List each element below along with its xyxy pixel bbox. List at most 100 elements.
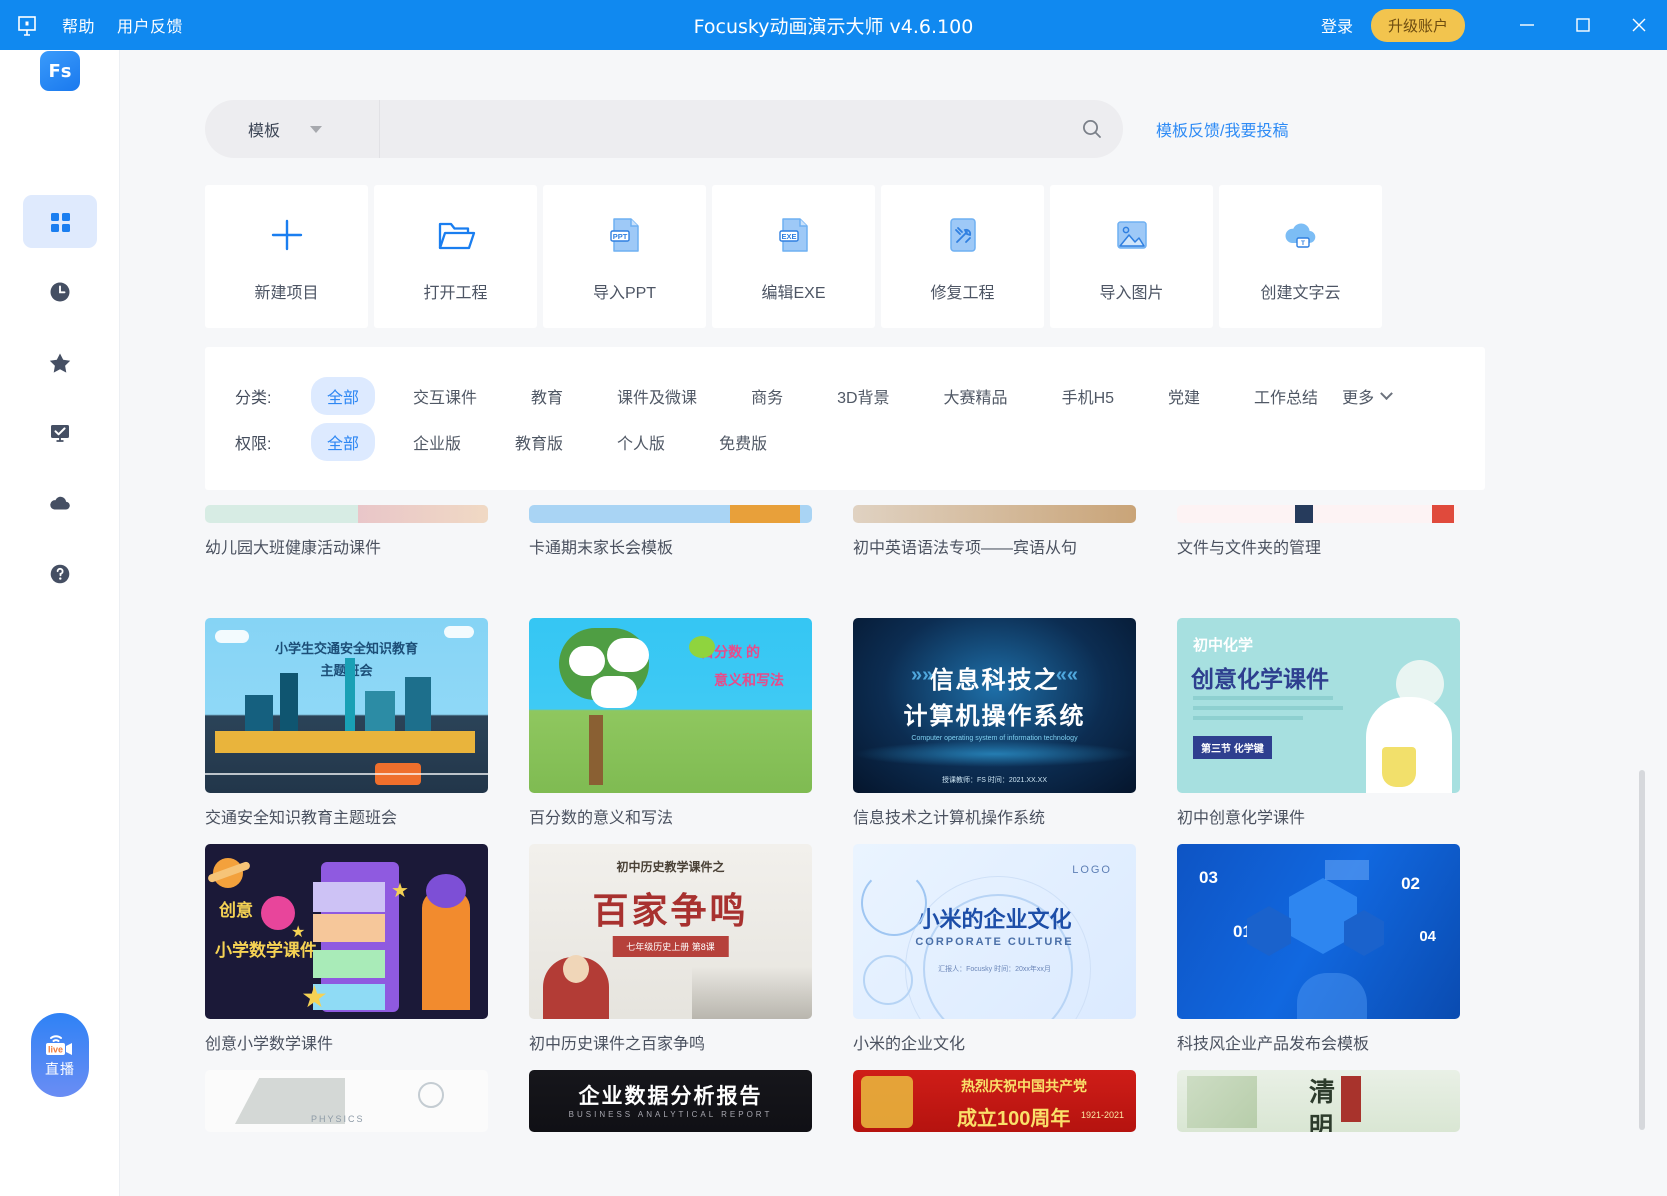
filter-chip-category-4[interactable]: 商务 bbox=[735, 377, 799, 415]
thumb-tag: LOGO bbox=[1072, 864, 1112, 876]
template-card[interactable]: 清 明 bbox=[1177, 1070, 1460, 1132]
template-caption: 科技风企业产品发布会模板 bbox=[1177, 1036, 1370, 1053]
thumb-tag: 七年级历史上册 第8课 bbox=[612, 936, 729, 957]
thumb-footer: 授课教师：FS 时间：2021.XX.XX bbox=[941, 777, 1048, 784]
template-thumbnail bbox=[853, 505, 1136, 523]
search-category-dropdown[interactable]: 模板 bbox=[205, 100, 380, 158]
maximize-button[interactable] bbox=[1555, 0, 1611, 50]
template-feedback-link[interactable]: 模板反馈/我要投稿 bbox=[1156, 117, 1288, 141]
template-card[interactable]: 初中英语语法专项——宾语从句 bbox=[853, 505, 1143, 558]
action-repair-project[interactable]: 修复工程 bbox=[881, 185, 1044, 328]
focusky-pin-icon bbox=[14, 12, 40, 38]
filter-chip-permission-3[interactable]: 个人版 bbox=[601, 423, 681, 461]
thumb-subtitle: 创意化学课件 bbox=[1191, 666, 1329, 692]
template-card[interactable]: 03 01 02 04 科技风企业产品发布会模板 bbox=[1177, 844, 1467, 1054]
template-card[interactable]: 文件与文件夹的管理 bbox=[1177, 505, 1467, 558]
filter-chip-category-7[interactable]: 手机H5 bbox=[1046, 377, 1130, 415]
svg-text:T: T bbox=[1301, 240, 1305, 247]
minimize-button[interactable] bbox=[1499, 0, 1555, 50]
exe-file-icon: EXE bbox=[771, 211, 817, 259]
template-card[interactable]: 小学生交通安全知识教育 主题班会 交通安全知识教育主题班会 bbox=[205, 618, 495, 828]
action-import-image[interactable]: 导入图片 bbox=[1050, 185, 1213, 328]
filter-chip-category-2[interactable]: 教育 bbox=[515, 377, 579, 415]
template-card[interactable]: PHYSICS bbox=[205, 1070, 488, 1132]
action-import-ppt[interactable]: PPT 导入PPT bbox=[543, 185, 706, 328]
template-caption: 幼儿园大班健康活动课件 bbox=[205, 540, 382, 557]
thumb-title: 清 bbox=[1309, 1077, 1336, 1107]
clock-icon bbox=[47, 279, 73, 305]
grid-icon bbox=[47, 209, 73, 235]
template-thumbnail: 清 明 bbox=[1177, 1070, 1460, 1132]
thumb-title: 小学生交通安全知识教育 bbox=[274, 641, 418, 656]
menu-feedback[interactable]: 用户反馈 bbox=[117, 13, 183, 37]
filter-chip-permission-4[interactable]: 免费版 bbox=[703, 423, 783, 461]
action-create-word-cloud[interactable]: T 创建文字云 bbox=[1219, 185, 1382, 328]
folder-open-icon bbox=[433, 211, 479, 259]
template-thumbnail bbox=[205, 505, 488, 523]
menu-help[interactable]: 帮助 bbox=[62, 13, 95, 37]
template-card[interactable]: 初中历史教学课件之 百家争鸣 七年级历史上册 第8课 初中历史课件之百家争鸣 bbox=[529, 844, 819, 1054]
sidebar-item-projects[interactable] bbox=[23, 406, 97, 459]
live-broadcast-button[interactable]: live 直播 bbox=[31, 1013, 89, 1097]
filter-chip-category-9[interactable]: 工作总结 bbox=[1238, 377, 1334, 415]
filter-chip-category-1[interactable]: 交互课件 bbox=[397, 377, 493, 415]
filter-more-button[interactable]: 更多 bbox=[1342, 384, 1393, 408]
thumb-subtitle: BUSINESS ANALYTICAL REPORT bbox=[568, 1110, 773, 1119]
template-card[interactable]: 小米的企业文化 CORPORATE CULTURE LOGO 汇报人：Focus… bbox=[853, 844, 1143, 1054]
template-card[interactable]: 初中化学 创意化学课件 第三节 化学键 初中创意化学课件 bbox=[1177, 618, 1467, 828]
template-caption: 百分数的意义和写法 bbox=[529, 810, 674, 827]
search-icon[interactable] bbox=[1061, 100, 1123, 158]
thumb-title: 创意 bbox=[219, 901, 253, 920]
upgrade-account-button[interactable]: 升级账户 bbox=[1370, 8, 1465, 42]
action-edit-exe[interactable]: EXE 编辑EXE bbox=[712, 185, 875, 328]
thumb-num-2: 02 bbox=[1401, 874, 1420, 893]
sidebar-item-favorites[interactable] bbox=[23, 336, 97, 389]
template-card[interactable]: 创意 小学数学课件 ★ ★ ★ 创意小学数学课件 bbox=[205, 844, 495, 1054]
filter-chip-category-6[interactable]: 大赛精品 bbox=[928, 377, 1024, 415]
template-card[interactable]: 信息科技之 计算机操作系统 Computer operating system … bbox=[853, 618, 1143, 828]
template-card[interactable]: 幼儿园大班健康活动课件 bbox=[205, 505, 495, 558]
sidebar-item-recent[interactable] bbox=[23, 265, 97, 318]
thumb-title: PHYSICS bbox=[311, 1114, 365, 1124]
text-cloud-icon: T bbox=[1278, 211, 1324, 259]
template-thumbnail bbox=[1177, 505, 1460, 523]
thumb-title: 初中历史教学课件之 bbox=[616, 860, 725, 874]
live-camera-icon: live bbox=[40, 1031, 80, 1057]
filter-chip-category-5[interactable]: 3D背景 bbox=[821, 377, 905, 415]
thumb-subtitle: 计算机操作系统 bbox=[903, 703, 1086, 730]
template-caption: 交通安全知识教育主题班会 bbox=[205, 810, 398, 827]
thumb-title: 企业数据分析报告 bbox=[578, 1085, 763, 1108]
filter-chip-permission-2[interactable]: 教育版 bbox=[499, 423, 579, 461]
search-input[interactable] bbox=[380, 100, 1061, 158]
template-card[interactable]: 热烈庆祝中国共产党 成立100周年 1921-2021 bbox=[853, 1070, 1136, 1132]
template-thumbnail: 企业数据分析报告 BUSINESS ANALYTICAL REPORT bbox=[529, 1070, 812, 1132]
thumb-title: 热烈庆祝中国共产党 bbox=[961, 1078, 1087, 1094]
sidebar-item-cloud[interactable] bbox=[23, 477, 97, 530]
vertical-scrollbar[interactable] bbox=[1639, 770, 1645, 1130]
template-thumbnail bbox=[529, 505, 812, 523]
thumb-subtitle: 明 bbox=[1309, 1113, 1333, 1132]
template-card[interactable]: 百分数 的 意义和写法 百分数的意义和写法 bbox=[529, 618, 819, 828]
template-thumbnail: 初中历史教学课件之 百家争鸣 七年级历史上册 第8课 bbox=[529, 844, 812, 1019]
close-button[interactable] bbox=[1611, 0, 1667, 50]
monitor-check-icon bbox=[47, 420, 73, 446]
login-button[interactable]: 登录 bbox=[1321, 13, 1353, 37]
thumb-subtitle: 百家争鸣 bbox=[592, 890, 749, 931]
filter-chip-permission-1[interactable]: 企业版 bbox=[397, 423, 477, 461]
filter-chip-category-all[interactable]: 全部 bbox=[311, 377, 376, 415]
filter-chip-category-3[interactable]: 课件及微课 bbox=[601, 377, 713, 415]
template-card[interactable]: 企业数据分析报告 BUSINESS ANALYTICAL REPORT bbox=[529, 1070, 812, 1132]
template-thumbnail: PHYSICS bbox=[205, 1070, 488, 1132]
filter-chip-category-8[interactable]: 党建 bbox=[1152, 377, 1216, 415]
template-card[interactable]: 卡通期末家长会模板 bbox=[529, 505, 819, 558]
title-bar: 帮助 用户反馈 Focusky动画演示大师 v4.6.100 登录 升级账户 bbox=[0, 0, 1667, 50]
question-circle-icon bbox=[47, 561, 73, 587]
filter-chip-permission-all[interactable]: 全部 bbox=[311, 423, 376, 461]
action-new-project[interactable]: 新建项目 bbox=[205, 185, 368, 328]
sidebar-item-help[interactable] bbox=[23, 547, 97, 600]
thumb-title: 初中化学 bbox=[1193, 637, 1254, 654]
sidebar-item-templates[interactable] bbox=[23, 195, 97, 248]
action-open-project[interactable]: 打开工程 bbox=[374, 185, 537, 328]
svg-text:PPT: PPT bbox=[612, 232, 627, 241]
search-row: 模板 模板反馈/我要投稿 bbox=[205, 100, 1288, 158]
